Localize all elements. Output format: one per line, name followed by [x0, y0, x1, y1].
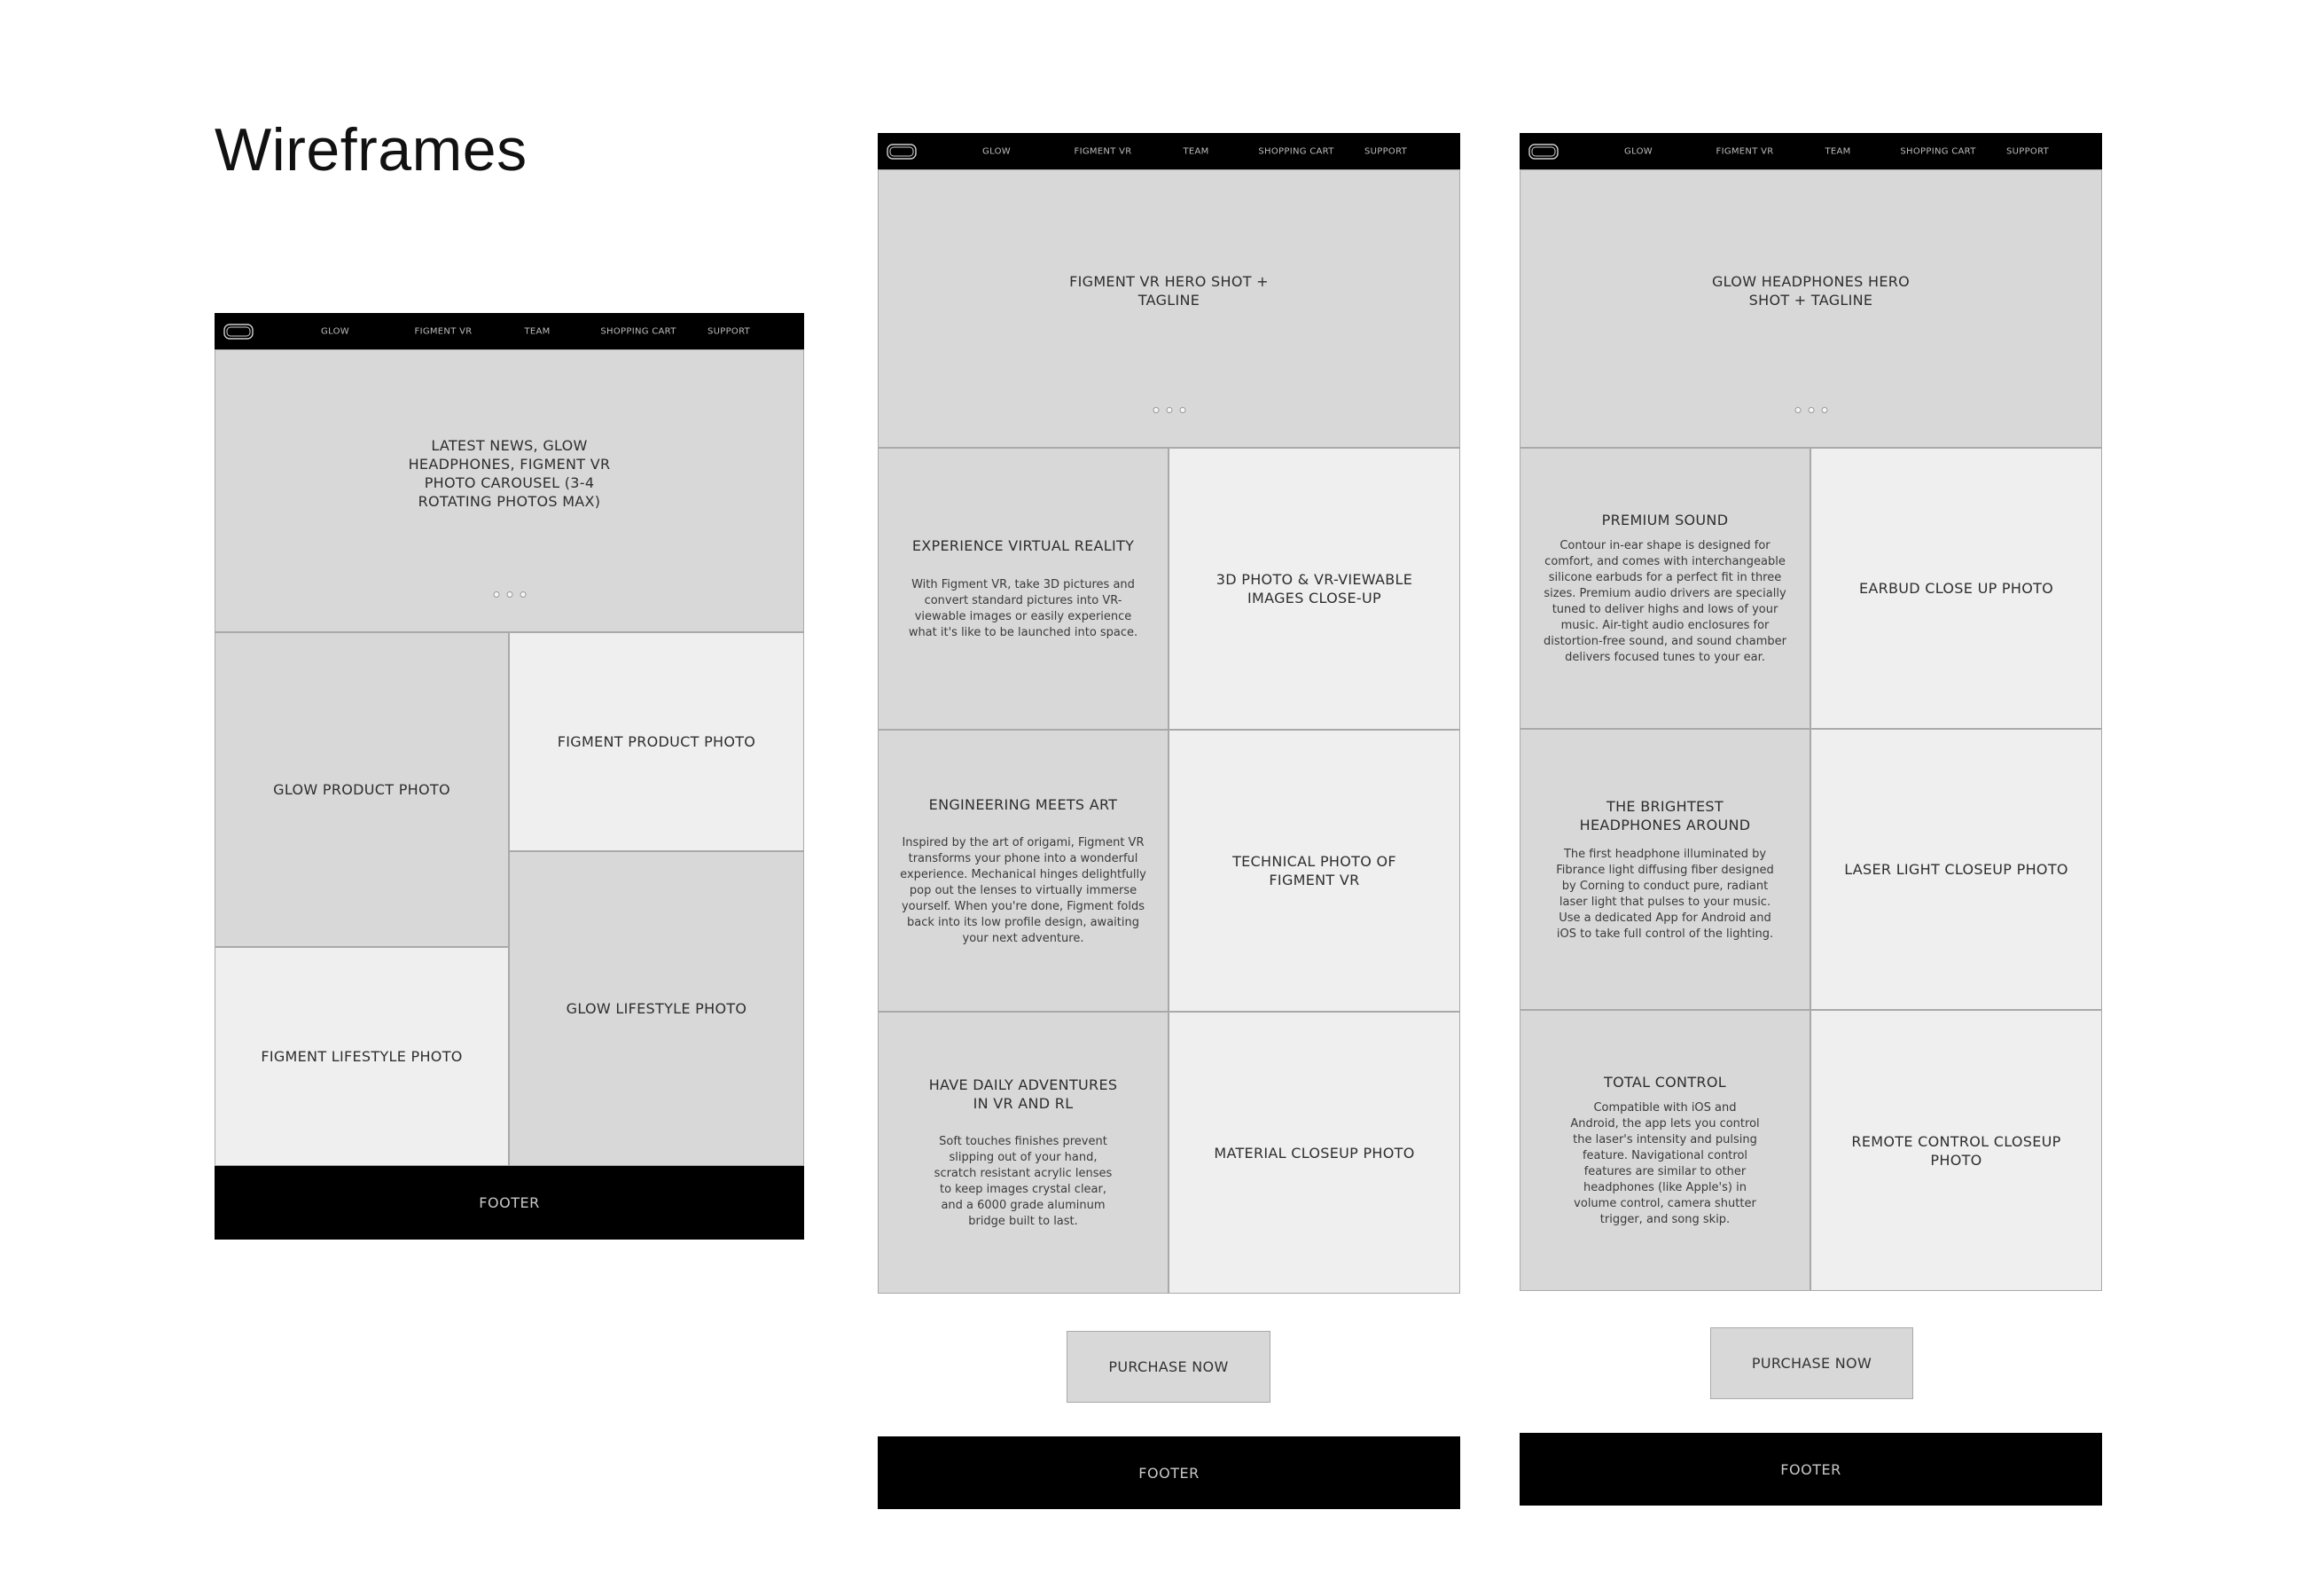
block-label: FIGMENT LIFESTYLE PHOTO [261, 1048, 463, 1065]
glow-lifestyle-photo: GLOW LIFESTYLE PHOTO [509, 851, 804, 1166]
logo-icon[interactable] [1528, 143, 1559, 160]
nav-bar: GLOW FIGMENT VR TEAM SHOPPING CART SUPPO… [1520, 133, 2102, 169]
carousel-dot[interactable] [1179, 407, 1185, 413]
feature-text-block: EXPERIENCE VIRTUAL REALITY With Figment … [878, 448, 1169, 730]
nav-bar: GLOW FIGMENT VR TEAM SHOPPING CART SUPPO… [878, 133, 1460, 169]
nav-item-team[interactable]: TEAM [1183, 146, 1208, 156]
carousel-dot[interactable] [493, 591, 499, 598]
feature-heading: PREMIUM SOUND [1601, 512, 1729, 528]
nav-item-support[interactable]: SUPPORT [1364, 146, 1407, 156]
carousel-dots[interactable] [1153, 407, 1185, 413]
feature-heading: HAVE DAILY ADVENTURES IN VR AND RL [928, 1076, 1118, 1112]
glow-product-photo: GLOW PRODUCT PHOTO [215, 632, 509, 947]
feature-text-block: PREMIUM SOUND Contour in-ear shape is de… [1520, 448, 1810, 729]
carousel-dots[interactable] [1794, 407, 1827, 413]
nav-item-figment-vr[interactable]: FIGMENT VR [1075, 146, 1132, 156]
nav-item-glow[interactable]: GLOW [982, 146, 1011, 156]
carousel-dot[interactable] [506, 591, 512, 598]
carousel-dot[interactable] [1153, 407, 1159, 413]
hero-label: LATEST NEWS, GLOW HEADPHONES, FIGMENT VR… [408, 436, 611, 510]
feature-photo-block: MATERIAL CLOSEUP PHOTO [1169, 1012, 1460, 1294]
feature-body: With Figment VR, take 3D pictures and co… [908, 578, 1138, 639]
nav-item-shopping-cart[interactable]: SHOPPING CART [600, 326, 676, 336]
photo-label: 3D PHOTO & VR-VIEWABLE IMAGES CLOSE-UP [1216, 571, 1413, 606]
feature-heading: EXPERIENCE VIRTUAL REALITY [911, 537, 1135, 554]
photo-label: LASER LIGHT CLOSEUP PHOTO [1844, 861, 2068, 878]
logo-icon[interactable] [887, 143, 917, 160]
photo-label: TECHNICAL PHOTO OF FIGMENT VR [1232, 853, 1396, 888]
carousel-dot[interactable] [1821, 407, 1827, 413]
nav-item-support[interactable]: SUPPORT [2006, 146, 2049, 156]
block-label: GLOW PRODUCT PHOTO [273, 781, 450, 798]
feature-body: The first headphone illuminated by Fibra… [1556, 847, 1774, 941]
feature-photo-block: LASER LIGHT CLOSEUP PHOTO [1810, 729, 2102, 1010]
feature-photo-block: EARBUD CLOSE UP PHOTO [1810, 448, 2102, 729]
block-label: GLOW LIFESTYLE PHOTO [566, 1000, 747, 1017]
feature-photo-block: REMOTE CONTROL CLOSEUP PHOTO [1810, 1010, 2102, 1291]
carousel-dot[interactable] [1166, 407, 1172, 413]
feature-photo-block: 3D PHOTO & VR-VIEWABLE IMAGES CLOSE-UP [1169, 448, 1460, 730]
figment-lifestyle-photo: FIGMENT LIFESTYLE PHOTO [215, 947, 509, 1166]
block-label: FIGMENT PRODUCT PHOTO [557, 733, 756, 750]
page-title: Wireframes [215, 116, 528, 184]
nav-item-glow[interactable]: GLOW [321, 326, 349, 336]
nav-item-team[interactable]: TEAM [524, 326, 550, 336]
nav-item-figment-vr[interactable]: FIGMENT VR [1716, 146, 1774, 156]
nav-item-shopping-cart[interactable]: SHOPPING CART [1900, 146, 1975, 156]
feature-heading: TOTAL CONTROL [1604, 1074, 1726, 1091]
hero-shot[interactable]: FIGMENT VR HERO SHOT + TAGLINE [878, 169, 1460, 448]
footer: FOOTER [878, 1436, 1460, 1509]
figment-product-photo: FIGMENT PRODUCT PHOTO [509, 632, 804, 851]
nav-item-glow[interactable]: GLOW [1624, 146, 1653, 156]
purchase-now-button[interactable]: PURCHASE NOW [1710, 1327, 1913, 1399]
photo-label: EARBUD CLOSE UP PHOTO [1858, 580, 2054, 597]
feature-heading: ENGINEERING MEETS ART [928, 795, 1118, 813]
photo-label: REMOTE CONTROL CLOSEUP PHOTO [1851, 1132, 2061, 1169]
feature-body: Soft touches finishes prevent slipping o… [934, 1135, 1113, 1228]
nav-item-figment-vr[interactable]: FIGMENT VR [415, 326, 473, 336]
feature-text-block: TOTAL CONTROL Compatible with iOS and An… [1520, 1010, 1810, 1291]
carousel-dot[interactable] [520, 591, 526, 598]
photo-label: MATERIAL CLOSEUP PHOTO [1214, 1144, 1415, 1162]
feature-body: Contour in-ear shape is designed for com… [1544, 539, 1786, 664]
logo-icon[interactable] [223, 323, 254, 340]
nav-item-team[interactable]: TEAM [1825, 146, 1850, 156]
purchase-now-button[interactable]: PURCHASE NOW [1067, 1331, 1270, 1403]
feature-text-block: THE BRIGHTEST HEADPHONES AROUND The firs… [1520, 729, 1810, 1010]
footer: FOOTER [1520, 1433, 2102, 1506]
glow-wireframe: GLOW FIGMENT VR TEAM SHOPPING CART SUPPO… [1520, 133, 2102, 1509]
figment-wireframe: GLOW FIGMENT VR TEAM SHOPPING CART SUPPO… [878, 133, 1460, 1512]
feature-text-block: HAVE DAILY ADVENTURES IN VR AND RL Soft … [878, 1012, 1169, 1294]
footer: FOOTER [215, 1166, 804, 1240]
hero-carousel[interactable]: LATEST NEWS, GLOW HEADPHONES, FIGMENT VR… [215, 349, 804, 632]
nav-item-shopping-cart[interactable]: SHOPPING CART [1258, 146, 1333, 156]
hero-shot[interactable]: GLOW HEADPHONES HERO SHOT + TAGLINE [1520, 169, 2102, 448]
feature-body: Inspired by the art of origami, Figment … [900, 835, 1146, 945]
hero-label: GLOW HEADPHONES HERO SHOT + TAGLINE [1711, 273, 1911, 309]
home-wireframe: GLOW FIGMENT VR TEAM SHOPPING CART SUPPO… [215, 313, 804, 1240]
feature-text-block: ENGINEERING MEETS ART Inspired by the ar… [878, 730, 1169, 1012]
hero-label: FIGMENT VR HERO SHOT + TAGLINE [1069, 273, 1269, 309]
feature-heading: THE BRIGHTEST HEADPHONES AROUND [1579, 797, 1751, 833]
nav-item-support[interactable]: SUPPORT [707, 326, 750, 336]
nav-bar: GLOW FIGMENT VR TEAM SHOPPING CART SUPPO… [215, 313, 804, 349]
carousel-dots[interactable] [493, 591, 526, 598]
feature-photo-block: TECHNICAL PHOTO OF FIGMENT VR [1169, 730, 1460, 1012]
feature-body: Compatible with iOS and Android, the app… [1570, 1101, 1760, 1226]
carousel-dot[interactable] [1794, 407, 1801, 413]
carousel-dot[interactable] [1808, 407, 1814, 413]
